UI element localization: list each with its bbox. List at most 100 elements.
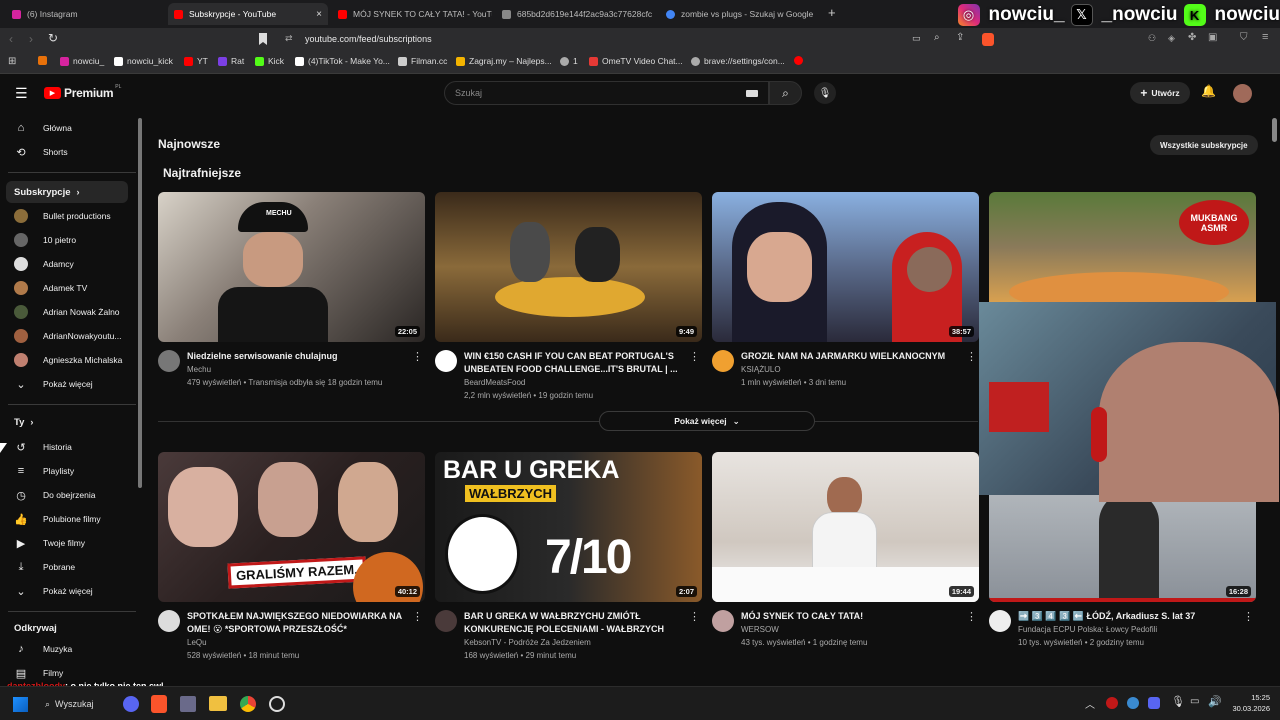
bookmark[interactable]: (4)TikTok - Make Yo... bbox=[295, 56, 390, 66]
video-channel[interactable]: BeardMeatsFood bbox=[464, 378, 525, 387]
channel-avatar[interactable] bbox=[435, 610, 457, 632]
video-channel[interactable]: KebsonTV - Podróże Za Jedzeniem bbox=[464, 638, 591, 647]
sidebar-item-watch-later[interactable]: ◷ Do obejrzenia bbox=[0, 484, 136, 506]
channel-avatar[interactable] bbox=[435, 350, 457, 372]
tab-instagram[interactable]: (6) Instagram bbox=[6, 3, 166, 25]
channel-avatar[interactable] bbox=[989, 610, 1011, 632]
video-title[interactable]: ➡️ 3️⃣ 4️⃣ 3️⃣ ⬅️ ŁÓDŹ, Arkadiusz S. lat… bbox=[1018, 610, 1246, 623]
page-scrollbar[interactable] bbox=[1272, 118, 1277, 142]
tray-icon[interactable] bbox=[1127, 697, 1139, 709]
sidebar-show-more[interactable]: ⌄ Pokaż więcej bbox=[0, 580, 136, 602]
video-title[interactable]: Niedzielne serwisowanie chulajnug bbox=[187, 350, 415, 363]
sidebar-item-channel[interactable]: 10 pietro bbox=[0, 229, 136, 251]
video-thumbnail[interactable]: MECHU 22:05 bbox=[158, 192, 425, 342]
search-button[interactable]: ⌕ bbox=[769, 81, 802, 105]
extension-icon[interactable]: ◈ bbox=[1168, 33, 1175, 44]
channel-avatar[interactable] bbox=[712, 610, 734, 632]
reload-icon[interactable]: ↻ bbox=[48, 31, 58, 45]
more-vert-icon[interactable]: ⋮ bbox=[689, 350, 700, 363]
video-channel[interactable]: KSIĄŻULO bbox=[741, 365, 781, 374]
video-thumbnail[interactable]: GRALIŚMY RAZEM. 40:12 bbox=[158, 452, 425, 602]
sidebar-item-history[interactable]: ↺ Historia bbox=[0, 436, 136, 458]
app-icon[interactable] bbox=[180, 696, 196, 712]
sidebar-item-channel[interactable]: AdrianNowakyoutu... bbox=[0, 325, 136, 347]
bookmark[interactable] bbox=[38, 56, 51, 65]
all-subscriptions-button[interactable]: Wszystkie subskrypcje bbox=[1150, 135, 1258, 155]
sidebar-item-channel[interactable]: Adamek TV bbox=[0, 277, 136, 299]
more-vert-icon[interactable]: ⋮ bbox=[412, 610, 423, 623]
menu-icon[interactable]: ≡ bbox=[1262, 31, 1268, 43]
more-vert-icon[interactable]: ⋮ bbox=[1243, 610, 1254, 623]
apps-icon[interactable]: ⊞ bbox=[8, 56, 16, 67]
site-info-icon[interactable]: ⇄ bbox=[285, 33, 293, 44]
more-vert-icon[interactable]: ⋮ bbox=[689, 610, 700, 623]
sidebar-item-your-videos[interactable]: ▶ Twoje filmy bbox=[0, 532, 136, 554]
bookmark[interactable]: Rat bbox=[218, 56, 244, 66]
search-input[interactable]: Szukaj bbox=[444, 81, 769, 105]
video-channel[interactable]: WERSOW bbox=[741, 625, 779, 634]
video-channel[interactable]: Fundacja ECPU Polska: Łowcy Pedofili bbox=[1018, 625, 1157, 634]
create-button[interactable]: + Utwórz bbox=[1130, 82, 1190, 104]
back-icon[interactable]: ‹ bbox=[9, 32, 13, 46]
video-thumbnail[interactable]: 19:44 bbox=[712, 452, 979, 602]
puzzle-icon[interactable]: ✤ bbox=[1188, 32, 1196, 43]
channel-avatar[interactable] bbox=[158, 350, 180, 372]
avatar[interactable] bbox=[1233, 84, 1252, 103]
channel-avatar[interactable] bbox=[158, 610, 180, 632]
notifications-bell-icon[interactable]: 🔔 bbox=[1201, 84, 1216, 98]
sidebar-icon[interactable]: ▣ bbox=[1208, 32, 1217, 43]
bookmark[interactable]: Kick bbox=[255, 56, 284, 66]
sidebar-item-music[interactable]: ♪ Muzyka bbox=[0, 638, 136, 660]
video-title[interactable]: BAR U GREKA W WAŁBRZYCHU ZMIÓTŁ KONKUREN… bbox=[464, 610, 692, 636]
share-icon[interactable]: ⇪ bbox=[956, 32, 964, 43]
show-more-button[interactable]: Pokaż więcej ⌄ bbox=[599, 411, 815, 431]
brave-shield-icon[interactable] bbox=[982, 33, 994, 46]
bookmark[interactable]: Filman.cc bbox=[398, 56, 447, 66]
taskbar-clock[interactable]: 15:25 30.03.2026 bbox=[1222, 692, 1270, 714]
bookmark[interactable]: nowciu_ bbox=[60, 56, 104, 66]
extension-icon[interactable]: ⚇ bbox=[1148, 33, 1156, 44]
obs-icon[interactable] bbox=[269, 696, 285, 712]
youtube-logo[interactable]: ▶ Premium PL bbox=[44, 84, 121, 100]
discord-icon[interactable] bbox=[123, 696, 139, 712]
cast-icon[interactable]: ▭ bbox=[912, 33, 921, 44]
close-tab-icon[interactable]: × bbox=[316, 9, 322, 20]
sidebar-show-more[interactable]: ⌄ Pokaż więcej bbox=[0, 373, 136, 395]
network-icon[interactable]: ▭ bbox=[1190, 696, 1199, 707]
keyboard-icon[interactable] bbox=[746, 90, 758, 97]
bookmark-icon[interactable] bbox=[259, 33, 267, 45]
forward-icon[interactable]: › bbox=[29, 32, 33, 46]
sidebar-item-channel[interactable]: Agnieszka Michalska bbox=[0, 349, 136, 371]
sidebar-item-channel[interactable]: Bullet productions bbox=[0, 205, 136, 227]
chrome-icon[interactable] bbox=[240, 696, 256, 712]
chevron-up-icon[interactable]: ︿ bbox=[1085, 696, 1095, 711]
tab-google[interactable]: zombie vs plugs - Szukaj w Google bbox=[660, 3, 820, 25]
tab-subscriptions[interactable]: Subskrypcje - YouTube × bbox=[168, 3, 328, 25]
zoom-icon[interactable]: ⌕ bbox=[934, 32, 940, 43]
more-vert-icon[interactable]: ⋮ bbox=[412, 350, 423, 363]
video-thumbnail[interactable]: BAR U GREKA WAŁBRZYCH 7/10 2:07 bbox=[435, 452, 702, 602]
hamburger-menu-icon[interactable]: ☰ bbox=[15, 85, 28, 102]
video-title[interactable]: SPOTKAŁEM NAJWIĘKSZEGO NIEDOWIARKA NA OM… bbox=[187, 610, 415, 636]
folder-icon[interactable] bbox=[209, 696, 227, 711]
bookmark[interactable]: Zagraj.my – Najleps... bbox=[456, 56, 552, 66]
video-title[interactable]: MÓJ SYNEK TO CAŁY TATA! bbox=[741, 610, 969, 623]
bookmark[interactable]: YT bbox=[184, 56, 208, 66]
more-vert-icon[interactable]: ⋮ bbox=[966, 610, 977, 623]
tab-video[interactable]: MÓJ SYNEK TO CAŁY TATA! - YouTube bbox=[332, 3, 492, 25]
bookmark[interactable]: 1 bbox=[560, 56, 578, 66]
sidebar-item-playlists[interactable]: ≡ Playlisty bbox=[0, 460, 136, 482]
sidebar-item-liked[interactable]: 👍 Polubione filmy bbox=[0, 508, 136, 530]
bookmark[interactable] bbox=[794, 56, 807, 65]
sidebar-you-header[interactable]: Ty › bbox=[14, 417, 33, 428]
video-thumbnail[interactable]: 9:49 bbox=[435, 192, 702, 342]
bookmark[interactable]: OmeTV Video Chat... bbox=[589, 56, 683, 66]
vpn-icon[interactable]: ⛉ bbox=[1240, 32, 1248, 43]
voice-search-button[interactable]: 🎙 bbox=[814, 82, 836, 104]
video-channel[interactable]: Mechu bbox=[187, 365, 211, 374]
bookmark[interactable]: nowciu_kick bbox=[114, 56, 173, 66]
video-thumbnail[interactable]: MUKBANG ASMR bbox=[989, 192, 1256, 302]
tray-icon[interactable] bbox=[1106, 697, 1118, 709]
tab-hash[interactable]: 685bd2d619e144f2ac9a3c77628cfc bbox=[496, 3, 656, 25]
brave-icon[interactable] bbox=[151, 695, 167, 713]
